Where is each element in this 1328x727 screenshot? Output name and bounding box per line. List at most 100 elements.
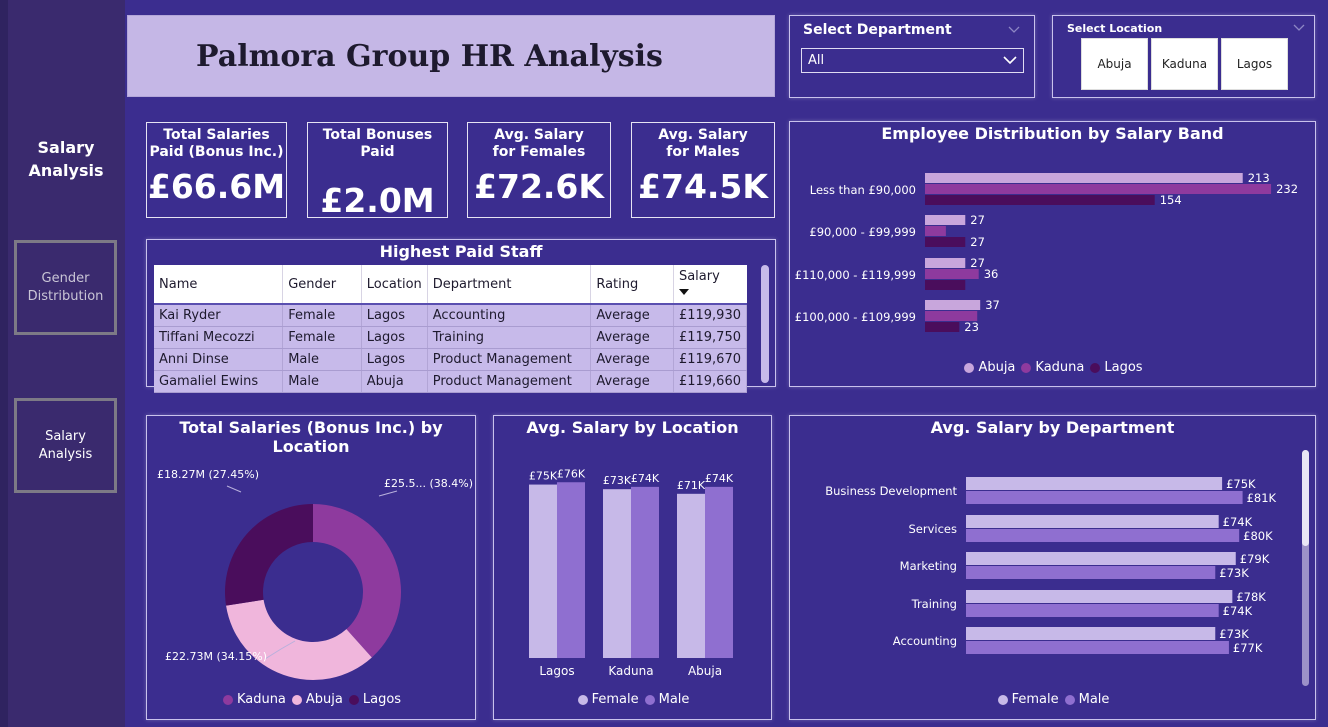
location-button-kaduna[interactable]: Kaduna bbox=[1151, 38, 1218, 90]
table-row[interactable]: Anni Dinse Male Lagos Product Management… bbox=[154, 348, 748, 371]
avg-salary-department-panel: Avg. Salary by Department Business Devel… bbox=[789, 415, 1316, 720]
cell-location: Lagos bbox=[361, 326, 428, 349]
kpi-value: £72.6K bbox=[474, 167, 604, 206]
legend-item-female[interactable]: Female bbox=[577, 692, 639, 707]
bar-lagos bbox=[925, 237, 966, 247]
data-label: £18.27M (27.45%) bbox=[157, 468, 259, 481]
gender-distribution-button[interactable]: Gender Distribution bbox=[14, 240, 117, 335]
table-row[interactable]: Tiffani Mecozzi Female Lagos Training Av… bbox=[154, 326, 748, 349]
table-header-row: Name Gender Location Department Rating S… bbox=[154, 265, 747, 305]
data-label: £73K bbox=[1219, 627, 1249, 641]
data-label: £77K bbox=[1233, 641, 1263, 655]
kpi-avg-salary-males: Avg. Salary for Males £74.5K bbox=[631, 122, 775, 218]
legend-item-male[interactable]: Male bbox=[644, 692, 689, 707]
data-label: £76K bbox=[557, 467, 586, 480]
avg-salary-location-legend: Female Male bbox=[494, 692, 773, 707]
salary-band-chart: Less than £90,000 213 232 154 £90,000 - £99,… bbox=[795, 171, 1298, 334]
data-label: £80K bbox=[1243, 529, 1273, 543]
title-banner: Palmora Group HR Analysis bbox=[127, 15, 775, 97]
column-header[interactable]: Department bbox=[427, 265, 592, 305]
legend-item-male[interactable]: Male bbox=[1064, 692, 1109, 707]
data-label: 36 bbox=[984, 267, 999, 281]
category-label: Training bbox=[911, 597, 957, 611]
avg-salary-department-legend: Female Male bbox=[790, 692, 1317, 707]
category-label: Business Development bbox=[825, 484, 957, 498]
data-label: £75K bbox=[529, 470, 558, 483]
chart-scrollbar-thumb[interactable] bbox=[1302, 450, 1309, 546]
salaries-by-location-panel: Total Salaries (Bonus Inc.) by Location … bbox=[146, 415, 476, 720]
cell-name: Anni Dinse bbox=[154, 348, 284, 371]
legend-item-abuja[interactable]: Abuja bbox=[964, 360, 1015, 375]
cell-gender: Male bbox=[282, 370, 362, 393]
bar-female bbox=[966, 590, 1233, 603]
kpi-label: Avg. Salary for Males bbox=[658, 127, 748, 160]
kpi-avg-salary-females: Avg. Salary for Females £72.6K bbox=[467, 122, 611, 218]
cell-location: Lagos bbox=[361, 304, 428, 327]
cell-rating: Average bbox=[590, 370, 674, 393]
cell-name: Gamaliel Ewins bbox=[154, 370, 284, 393]
cell-salary: £119,660 bbox=[673, 370, 748, 393]
bar-male bbox=[966, 604, 1219, 617]
avg-salary-department-chart: Business Development £75K£81K Services £74K… bbox=[825, 477, 1277, 655]
category-label: £90,000 - £99,999 bbox=[809, 225, 916, 239]
legend-item-lagos[interactable]: Lagos bbox=[1090, 360, 1143, 375]
cell-gender: Male bbox=[282, 348, 362, 371]
page-title: Palmora Group HR Analysis bbox=[196, 38, 663, 74]
table-scrollbar[interactable] bbox=[761, 265, 769, 383]
location-button-lagos[interactable]: Lagos bbox=[1221, 38, 1288, 90]
data-label: £81K bbox=[1247, 491, 1277, 505]
department-dropdown[interactable]: All bbox=[801, 48, 1024, 73]
legend-item-female[interactable]: Female bbox=[997, 692, 1059, 707]
bar-female bbox=[603, 489, 631, 658]
chevron-down-icon[interactable] bbox=[1293, 24, 1305, 32]
cell-department: Product Management bbox=[427, 370, 592, 393]
table-row[interactable]: Gamaliel Ewins Male Abuja Product Manage… bbox=[154, 370, 748, 393]
data-label: £71K bbox=[677, 479, 706, 492]
category-label: Marketing bbox=[900, 559, 957, 573]
cell-name: Kai Ryder bbox=[154, 304, 284, 327]
donut-slice-abuja bbox=[226, 599, 372, 680]
bar-female bbox=[677, 493, 705, 658]
data-label: £22.73M (34.15%) bbox=[165, 650, 267, 663]
data-label: 232 bbox=[1276, 182, 1298, 196]
data-label: £79K bbox=[1240, 552, 1270, 566]
legend-item-abuja[interactable]: Abuja bbox=[291, 692, 343, 707]
column-header[interactable]: Location bbox=[361, 265, 428, 305]
bar-kaduna bbox=[925, 226, 946, 236]
category-label: £100,000 - £109,999 bbox=[795, 310, 916, 324]
bar-female bbox=[966, 552, 1236, 565]
column-header[interactable]: Rating bbox=[590, 265, 674, 305]
legend-item-kaduna[interactable]: Kaduna bbox=[222, 692, 286, 707]
data-label: £75K bbox=[1226, 477, 1256, 491]
data-label: £25.5... (38.4%) bbox=[384, 477, 473, 490]
legend-item-lagos[interactable]: Lagos bbox=[348, 692, 401, 707]
column-header-salary[interactable]: Salary bbox=[673, 265, 747, 305]
staff-table-title: Highest Paid Staff bbox=[379, 242, 543, 261]
bar-abuja bbox=[925, 215, 966, 225]
cell-department: Training bbox=[427, 326, 592, 349]
kpi-value: £66.6M bbox=[147, 167, 286, 206]
data-label: £74K bbox=[1223, 515, 1253, 529]
chart-scrollbar[interactable] bbox=[1302, 450, 1309, 686]
cell-rating: Average bbox=[590, 304, 674, 327]
data-label: £74K bbox=[1223, 604, 1253, 618]
data-label: £78K bbox=[1236, 590, 1266, 604]
column-header[interactable]: Gender bbox=[282, 265, 362, 305]
table-row[interactable]: Kai Ryder Female Lagos Accounting Averag… bbox=[154, 304, 748, 327]
bar-abuja bbox=[925, 173, 1243, 183]
column-header[interactable]: Name bbox=[154, 265, 284, 305]
bar-female bbox=[966, 477, 1223, 490]
cell-location: Lagos bbox=[361, 348, 428, 371]
kpi-value: £2.0M bbox=[320, 181, 435, 220]
donut-slice-lagos bbox=[225, 504, 313, 606]
salary-analysis-button[interactable]: Salary Analysis bbox=[14, 398, 117, 493]
chevron-down-icon[interactable] bbox=[1008, 26, 1020, 34]
bar-male bbox=[631, 486, 659, 658]
highest-paid-staff-panel: Highest Paid Staff Name Gender Location … bbox=[146, 239, 776, 393]
category-label: £110,000 - £119,999 bbox=[795, 268, 916, 282]
cell-rating: Average bbox=[590, 326, 674, 349]
legend-item-kaduna[interactable]: Kaduna bbox=[1021, 360, 1084, 375]
kpi-total-bonuses: Total Bonuses Paid £2.0M bbox=[307, 122, 448, 220]
bar-lagos bbox=[925, 322, 960, 332]
location-button-abuja[interactable]: Abuja bbox=[1081, 38, 1148, 90]
